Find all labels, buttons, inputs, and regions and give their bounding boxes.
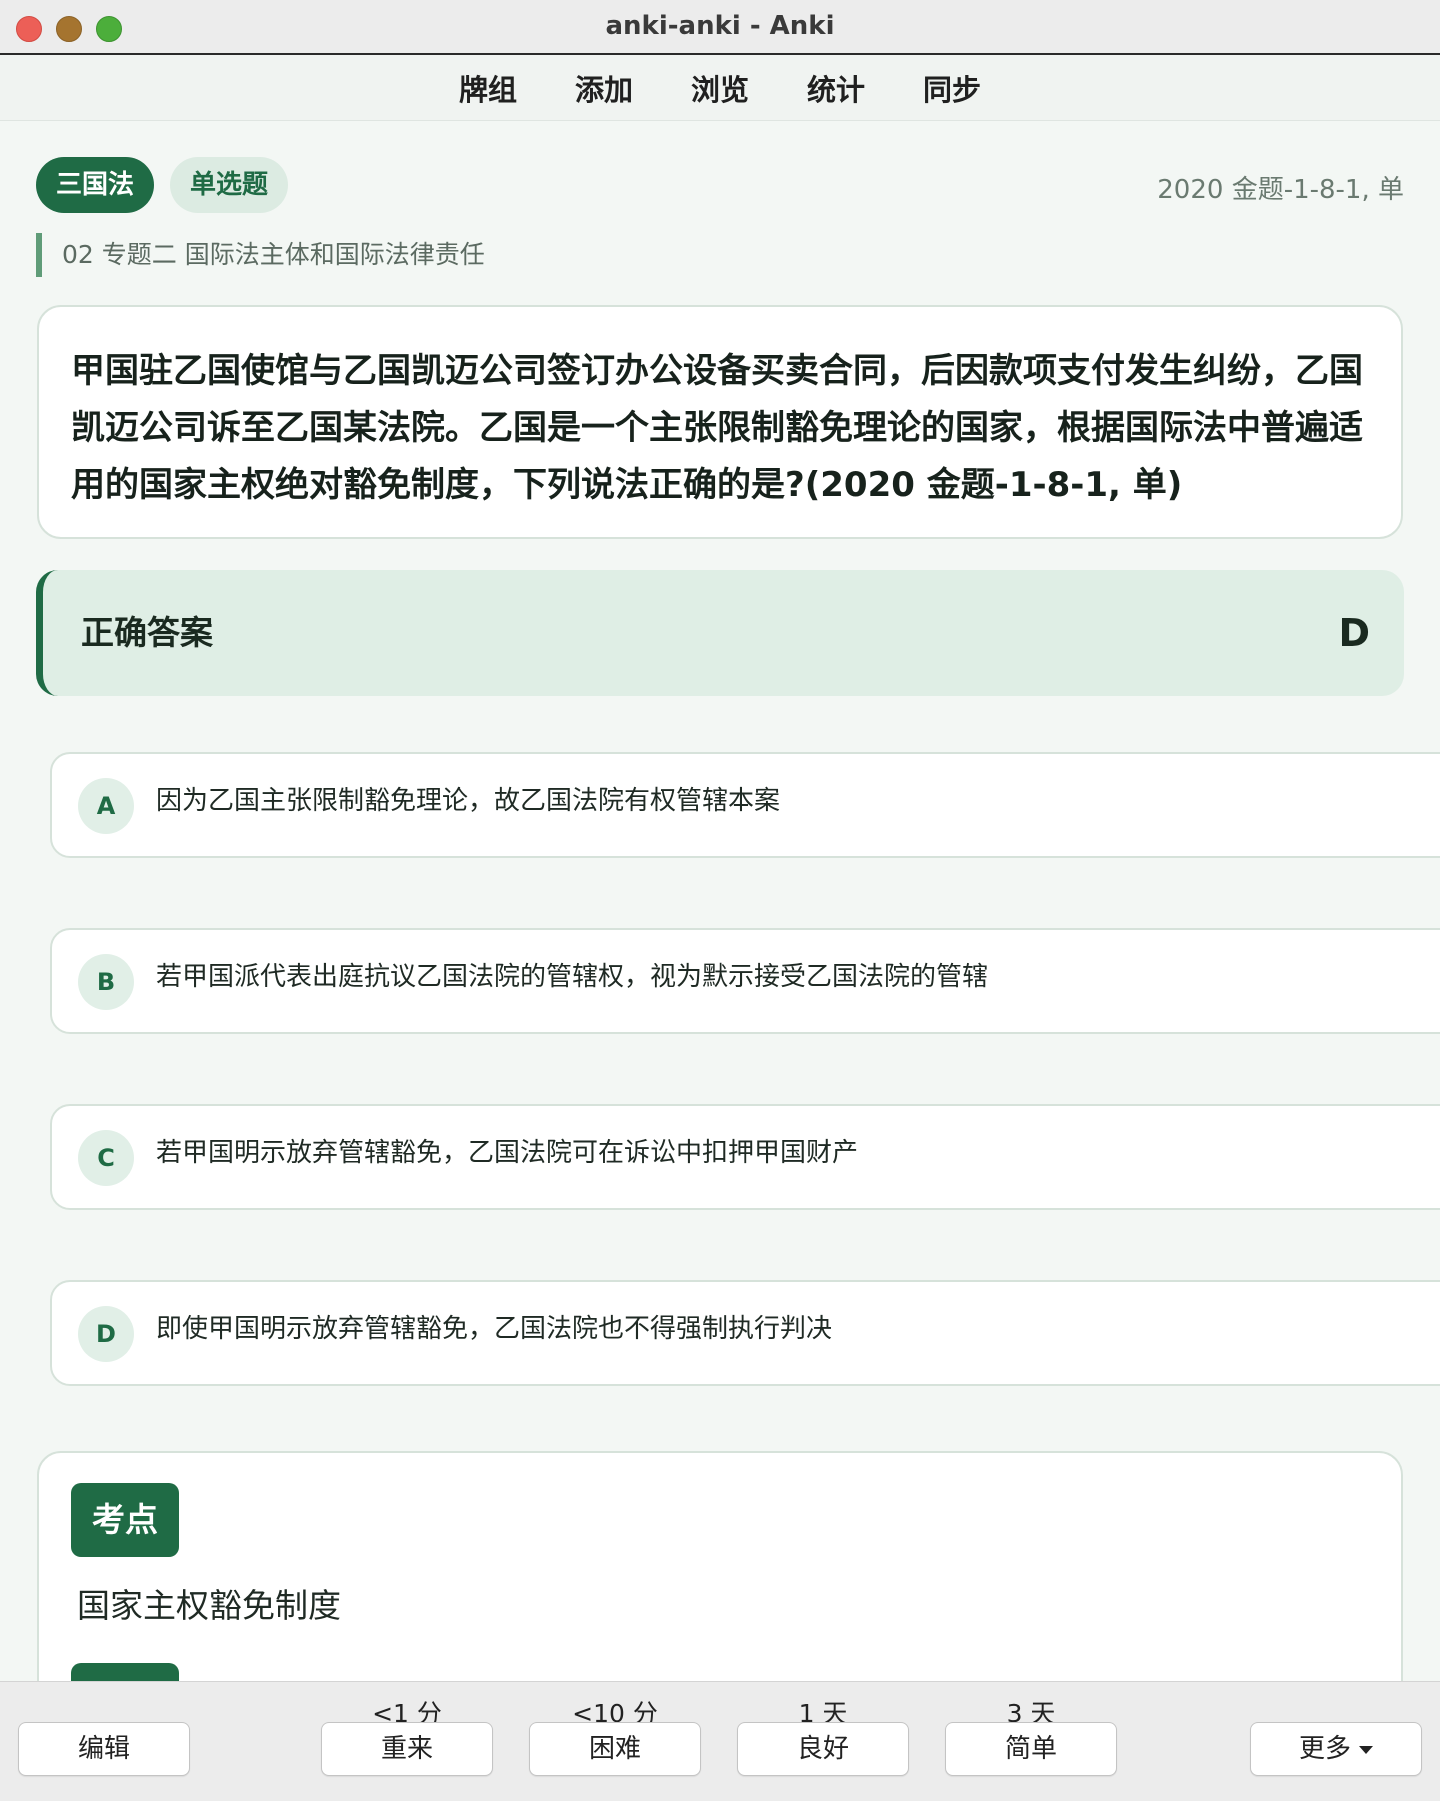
more-label: 更多	[1298, 1734, 1351, 1764]
option-d[interactable]: D 即使甲国明示放弃管辖豁免，乙国法院也不得强制执行判决	[50, 1280, 1440, 1386]
option-text: 即使甲国明示放弃管辖豁免，乙国法院也不得强制执行判决	[156, 1314, 833, 1344]
correct-answer-label: 正确答案	[81, 613, 213, 652]
option-letter: A	[78, 778, 134, 834]
option-b[interactable]: B 若甲国派代表出庭抗议乙国法院的管辖权，视为默示接受乙国法院的管辖	[50, 928, 1440, 1034]
window-title: anki-anki - Anki	[605, 11, 835, 41]
chevron-down-icon	[1359, 1745, 1373, 1754]
card-content[interactable]: 三国法 单选题 2020 金题-1-8-1, 单 02 专题二 国际法主体和国际…	[0, 121, 1440, 1681]
option-text: 若甲国明示放弃管辖豁免，乙国法院可在诉讼中扣押甲国财产	[156, 1138, 859, 1168]
nav-sync[interactable]: 同步	[923, 67, 981, 109]
key-point-tag: 考点	[71, 1483, 179, 1557]
question-text: 甲国驻乙国使馆与乙国凯迈公司签订办公设备买卖合同，后因款项支付发生纠纷，乙国凯迈…	[71, 351, 1363, 505]
option-a[interactable]: A 因为乙国主张限制豁免理论，故乙国法院有权管辖本案	[50, 752, 1440, 858]
option-letter: D	[78, 1306, 134, 1362]
easy-button[interactable]: 简单	[945, 1722, 1117, 1776]
nav-decks[interactable]: 牌组	[459, 67, 517, 109]
window-titlebar: anki-anki - Anki	[0, 0, 1440, 55]
nav-browse[interactable]: 浏览	[691, 67, 749, 109]
option-text: 若甲国派代表出庭抗议乙国法院的管辖权，视为默示接受乙国法院的管辖	[156, 962, 989, 992]
correct-answer-value: D	[1338, 611, 1370, 655]
option-letter: C	[78, 1130, 134, 1186]
correct-answer-box: 正确答案 D	[36, 570, 1404, 696]
top-nav: 牌组 添加 浏览 统计 同步	[0, 55, 1440, 121]
topic-label: 02 专题二 国际法主体和国际法律责任	[36, 233, 485, 277]
edit-button[interactable]: 编辑	[18, 1722, 190, 1776]
source-meta: 2020 金题-1-8-1, 单	[1157, 175, 1404, 205]
next-section-tag	[71, 1663, 179, 1681]
key-point-text: 国家主权豁免制度	[77, 1586, 341, 1625]
question-type-tag: 单选题	[170, 157, 288, 213]
good-button[interactable]: 良好	[737, 1722, 909, 1776]
review-bar: 编辑 <1 分 重来 <10 分 困难 1 天 良好 3 天 简单 更多	[0, 1681, 1440, 1801]
question-box: 甲国驻乙国使馆与乙国凯迈公司签订办公设备买卖合同，后因款项支付发生纠纷，乙国凯迈…	[37, 305, 1403, 539]
option-text: 因为乙国主张限制豁免理论，故乙国法院有权管辖本案	[156, 786, 781, 816]
key-point-box: 考点 国家主权豁免制度	[37, 1451, 1403, 1681]
more-button[interactable]: 更多	[1250, 1722, 1422, 1776]
option-letter: B	[78, 954, 134, 1010]
hard-button[interactable]: 困难	[529, 1722, 701, 1776]
subject-tag: 三国法	[36, 157, 154, 213]
option-c[interactable]: C 若甲国明示放弃管辖豁免，乙国法院可在诉讼中扣押甲国财产	[50, 1104, 1440, 1210]
again-button[interactable]: 重来	[321, 1722, 493, 1776]
nav-add[interactable]: 添加	[575, 67, 633, 109]
nav-stats[interactable]: 统计	[807, 67, 865, 109]
